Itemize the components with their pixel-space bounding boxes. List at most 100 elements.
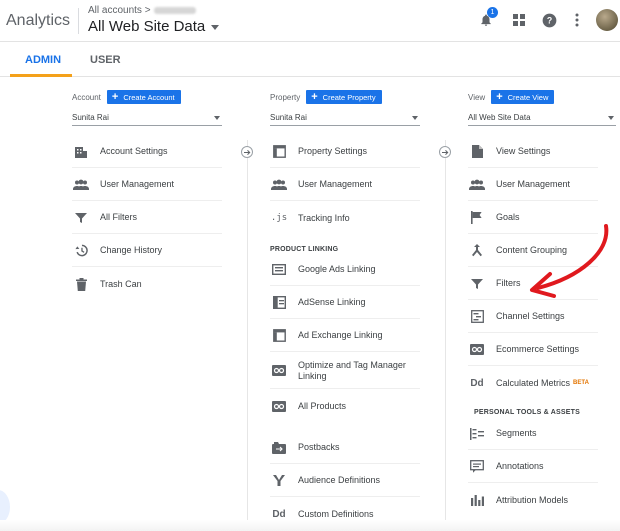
all-products-item[interactable]: All Products xyxy=(270,390,420,422)
filters-label: Filters xyxy=(496,278,521,288)
ad-exchange-linking-item[interactable]: Ad Exchange Linking xyxy=(270,320,420,352)
dd-icon: Dd xyxy=(470,377,484,389)
trash-can-label: Trash Can xyxy=(100,278,142,289)
notifications-button[interactable]: 1 xyxy=(474,7,498,32)
audience-icon xyxy=(270,472,288,490)
document-icon xyxy=(468,143,486,161)
postbacks-label: Postbacks xyxy=(298,442,340,452)
attribution-models-item[interactable]: Attribution Models xyxy=(468,484,598,516)
beta-badge: BETA xyxy=(573,380,589,386)
annotations-item[interactable]: Annotations xyxy=(468,451,598,483)
trash-can-item[interactable]: Trash Can xyxy=(72,268,222,300)
app-title[interactable]: Analytics xyxy=(6,12,70,30)
all-filters-label: All Filters xyxy=(100,212,138,222)
all-products-label: All Products xyxy=(298,400,347,411)
create-property-button[interactable]: + Create Property xyxy=(306,90,382,104)
property-select[interactable]: Sunita Rai xyxy=(270,110,420,126)
link-icon xyxy=(270,362,288,380)
property-settings-item[interactable]: Property Settings xyxy=(270,136,420,168)
more-options-button[interactable] xyxy=(565,8,589,32)
svg-text:?: ? xyxy=(546,15,551,25)
google-ads-linking-item[interactable]: Google Ads Linking xyxy=(270,254,420,286)
view-user-management-item[interactable]: User Management xyxy=(468,169,598,201)
caret-down-icon xyxy=(211,24,220,30)
column-separator xyxy=(247,140,248,531)
create-account-button[interactable]: + Create Account xyxy=(106,90,181,104)
account-user-management-label: User Management xyxy=(100,179,175,189)
postbacks-item[interactable]: Postbacks xyxy=(270,432,420,464)
apps-button[interactable] xyxy=(507,8,531,32)
optimize-tag-manager-linking-label: Optimize and Tag Manager Linking xyxy=(298,359,406,381)
tracking-info-item[interactable]: .js Tracking Info xyxy=(270,202,420,234)
calculated-metrics-item[interactable]: Dd Calculated Metrics BETA xyxy=(468,367,598,399)
view-header: View + Create View xyxy=(468,88,555,106)
channel-icon xyxy=(468,308,486,326)
link-icon xyxy=(270,397,288,415)
tracking-info-label: Tracking Info xyxy=(298,212,350,223)
view-settings-label: View Settings xyxy=(496,146,551,156)
property-selected: Sunita Rai xyxy=(270,113,307,122)
create-property-label: Create Property xyxy=(322,92,376,102)
property-header: Property + Create Property xyxy=(270,88,382,106)
adsense-linking-item[interactable]: AdSense Linking xyxy=(270,287,420,319)
postback-icon xyxy=(270,439,288,457)
plus-icon: + xyxy=(111,90,119,103)
optimize-tag-manager-linking-item[interactable]: Optimize and Tag Manager Linking xyxy=(270,353,420,389)
adsense-icon xyxy=(270,294,288,312)
ecommerce-settings-label: Ecommerce Settings xyxy=(496,344,580,354)
header-divider xyxy=(78,8,79,34)
history-icon xyxy=(72,242,90,260)
plus-icon: + xyxy=(311,90,318,103)
arrow-right-icon xyxy=(439,146,451,158)
view-select[interactable]: All Web Site Data xyxy=(468,110,616,126)
users-icon xyxy=(468,176,486,194)
account-user-management-item[interactable]: User Management xyxy=(72,169,222,201)
segments-icon xyxy=(468,425,486,443)
help-button[interactable]: ? xyxy=(537,8,561,32)
view-user-management-label: User Management xyxy=(496,179,571,189)
all-filters-item[interactable]: All Filters xyxy=(72,202,222,234)
cart-icon xyxy=(468,341,486,359)
bottom-edge xyxy=(0,520,620,531)
adsense-linking-label: AdSense Linking xyxy=(298,297,366,307)
segments-item[interactable]: Segments xyxy=(468,418,598,450)
ecommerce-settings-item[interactable]: Ecommerce Settings xyxy=(468,334,598,366)
account-header: Account + Create Account xyxy=(72,88,181,106)
property-user-management-item[interactable]: User Management xyxy=(270,169,420,201)
tab-admin[interactable]: ADMIN xyxy=(25,54,61,66)
grouping-icon xyxy=(468,242,486,260)
audience-definitions-label: Audience Definitions xyxy=(298,475,381,485)
window-icon xyxy=(270,143,288,161)
annotation-icon xyxy=(468,458,486,476)
view-selected: All Web Site Data xyxy=(468,113,531,122)
site-title: All Web Site Data xyxy=(88,18,206,35)
account-settings-label: Account Settings xyxy=(100,146,168,156)
create-view-label: Create View xyxy=(507,92,549,102)
users-icon xyxy=(270,176,288,194)
red-arrow-annotation-icon xyxy=(530,224,609,298)
view-settings-item[interactable]: View Settings xyxy=(468,136,598,168)
ad-exchange-linking-label: Ad Exchange Linking xyxy=(298,330,383,340)
js-icon: .js xyxy=(270,213,288,223)
account-settings-item[interactable]: Account Settings xyxy=(72,136,222,168)
notification-badge: 1 xyxy=(487,7,498,18)
account-select[interactable]: Sunita Rai xyxy=(72,110,222,126)
user-avatar[interactable] xyxy=(596,9,618,31)
channel-settings-item[interactable]: Channel Settings xyxy=(468,301,598,333)
tab-user[interactable]: USER xyxy=(90,54,121,66)
goals-label: Goals xyxy=(496,212,520,222)
segments-label: Segments xyxy=(496,428,537,438)
attribution-models-label: Attribution Models xyxy=(496,494,569,505)
change-history-item[interactable]: Change History xyxy=(72,235,222,267)
custom-definitions-label: Custom Definitions xyxy=(298,508,374,519)
view-selector[interactable]: All Web Site Data xyxy=(88,18,220,35)
filter-icon xyxy=(468,275,486,293)
create-view-button[interactable]: + Create View xyxy=(491,90,555,104)
audience-definitions-item[interactable]: Audience Definitions xyxy=(270,465,420,497)
property-label: Property xyxy=(270,92,301,102)
breadcrumb[interactable]: All accounts > xyxy=(88,5,196,16)
more-vert-icon xyxy=(575,13,579,27)
google-ads-linking-label: Google Ads Linking xyxy=(298,264,376,274)
flag-icon xyxy=(468,209,486,227)
channel-settings-label: Channel Settings xyxy=(496,311,565,321)
